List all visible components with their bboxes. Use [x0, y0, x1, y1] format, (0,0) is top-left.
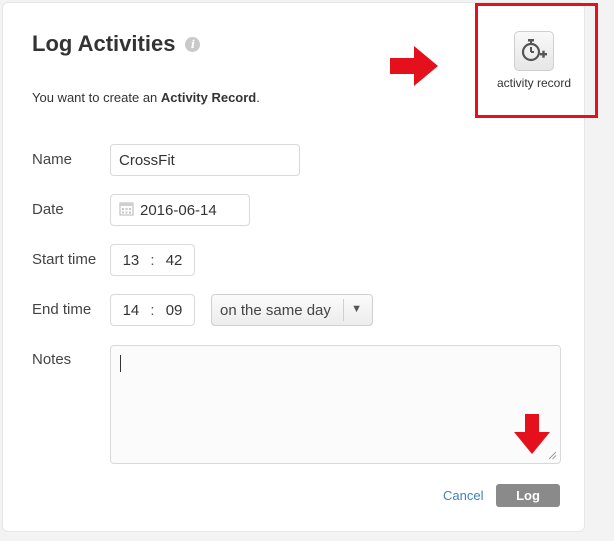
date-input-value: 2016-06-14	[140, 201, 217, 219]
select-divider	[343, 299, 344, 321]
start-time-input[interactable]: 13 : 42	[110, 244, 195, 276]
dialog-title-row: Log Activities i	[32, 31, 201, 57]
log-button[interactable]: Log	[496, 484, 560, 507]
start-time-label: Start time	[32, 251, 97, 268]
time-separator: :	[150, 301, 155, 319]
start-minute[interactable]: 42	[166, 252, 183, 269]
highlight-box	[475, 3, 598, 118]
end-hour[interactable]: 14	[123, 302, 140, 319]
dialog-subtitle: You want to create an Activity Record.	[32, 90, 260, 105]
end-day-select[interactable]: on the same day ▼	[211, 294, 373, 326]
subtitle-suffix: .	[256, 90, 260, 105]
arrow-down-icon	[514, 414, 550, 454]
time-separator: :	[150, 251, 155, 269]
name-input-value: CrossFit	[119, 151, 175, 169]
end-day-select-value: on the same day	[220, 301, 331, 319]
start-hour[interactable]: 13	[123, 252, 140, 269]
date-input[interactable]: 2016-06-14	[110, 194, 250, 226]
info-icon[interactable]: i	[185, 36, 201, 52]
chevron-down-icon[interactable]: ▼	[351, 303, 362, 315]
calendar-icon	[119, 201, 134, 220]
text-cursor	[120, 355, 121, 372]
notes-label: Notes	[32, 351, 72, 368]
end-time-input[interactable]: 14 : 09	[110, 294, 195, 326]
notes-textarea[interactable]	[110, 345, 561, 464]
dialog-title: Log Activities	[32, 31, 176, 56]
arrow-right-icon	[390, 46, 438, 86]
subtitle-prefix: You want to create an	[32, 90, 161, 105]
end-time-label: End time	[32, 301, 92, 318]
subtitle-record-type: Activity Record	[160, 90, 257, 105]
date-label: Date	[32, 201, 64, 218]
end-minute[interactable]: 09	[166, 302, 183, 319]
cancel-link[interactable]: Cancel	[443, 488, 483, 503]
name-label: Name	[32, 151, 73, 168]
name-input[interactable]: CrossFit	[110, 144, 300, 176]
